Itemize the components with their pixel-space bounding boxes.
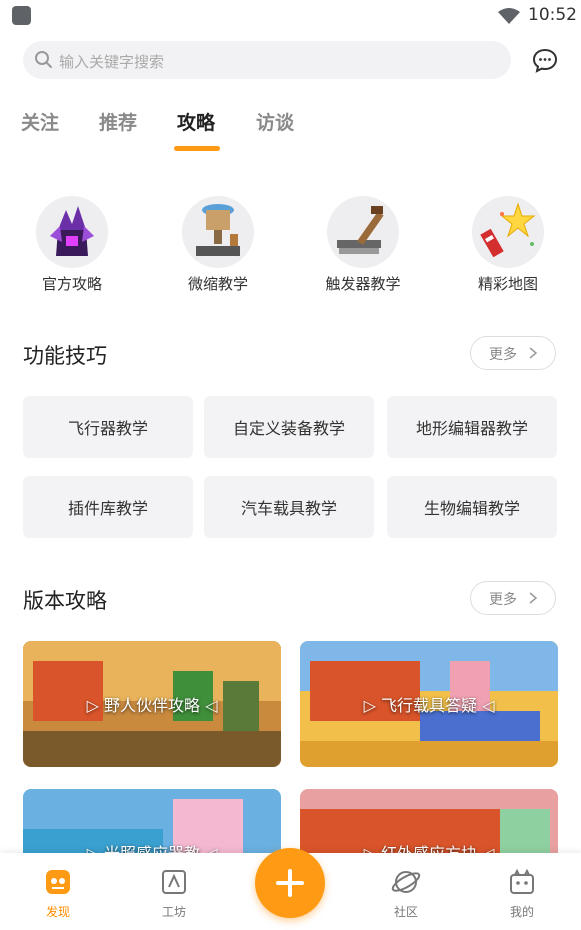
- skills-more-button[interactable]: 更多: [470, 336, 556, 370]
- skill-label: 生物编辑教学: [423, 499, 520, 518]
- category-featured-maps[interactable]: 精彩地图: [458, 196, 558, 296]
- status-bar: 10:52: [0, 0, 581, 32]
- nav-community[interactable]: 社区: [371, 853, 441, 930]
- guide-card-title: ▷ 飞行载具答疑 ◁: [363, 696, 495, 715]
- tab-indicator: [174, 146, 220, 151]
- microscope-icon: [196, 204, 240, 256]
- firework-star-icon: [480, 202, 536, 258]
- category-official-guides[interactable]: 官方攻略: [22, 196, 122, 296]
- category-label: 微缩教学: [187, 275, 248, 293]
- more-label: 更多: [489, 592, 517, 608]
- search-input[interactable]: 输入关键字搜索: [23, 41, 511, 79]
- discover-icon: [46, 870, 70, 894]
- category-label: 官方攻略: [41, 275, 102, 293]
- chevron-right-icon: [529, 347, 537, 359]
- profile-icon: [510, 868, 534, 894]
- nav-workshop[interactable]: 工坊: [139, 853, 209, 930]
- skill-creature-editor-tutorial[interactable]: 生物编辑教学: [387, 476, 557, 538]
- top-tabs: 关注 推荐 攻略 访谈: [0, 108, 581, 158]
- section-title-version-guides: 版本攻略: [23, 589, 107, 613]
- app-notification-icon: [12, 6, 31, 25]
- more-label: 更多: [489, 347, 517, 363]
- guides-more-button[interactable]: 更多: [470, 581, 556, 615]
- skill-custom-equipment-tutorial[interactable]: 自定义装备教学: [204, 396, 374, 458]
- skill-label: 地形编辑器教学: [415, 419, 528, 438]
- status-time: 10:52: [528, 5, 577, 25]
- category-label: 精彩地图: [477, 275, 538, 293]
- skill-label: 自定义装备教学: [232, 419, 345, 438]
- skill-label: 插件库教学: [67, 499, 148, 518]
- message-icon[interactable]: [531, 47, 559, 75]
- lever-icon: [337, 206, 384, 254]
- nav-label: 工坊: [161, 905, 186, 919]
- section-title-skills: 功能技巧: [23, 344, 107, 368]
- nav-label: 我的: [509, 905, 534, 919]
- plus-icon: [276, 869, 304, 897]
- nav-profile[interactable]: 我的: [487, 853, 557, 930]
- guide-card[interactable]: ▷ 野人伙伴攻略 ◁: [23, 641, 281, 767]
- dragon-icon: [50, 206, 94, 256]
- guide-card-title: ▷ 野人伙伴攻略 ◁: [86, 696, 218, 715]
- skill-terrain-editor-tutorial[interactable]: 地形编辑器教学: [387, 396, 557, 458]
- nav-label: 发现: [45, 905, 70, 919]
- tab-guides[interactable]: 攻略: [177, 108, 215, 135]
- skill-plugin-library-tutorial[interactable]: 插件库教学: [23, 476, 193, 538]
- create-button[interactable]: [255, 848, 325, 918]
- chevron-right-icon: [529, 592, 537, 604]
- workshop-icon: [162, 870, 186, 894]
- wifi-icon: [498, 8, 520, 24]
- tab-follow[interactable]: 关注: [21, 108, 59, 135]
- search-placeholder: 输入关键字搜索: [59, 53, 165, 71]
- guide-card[interactable]: ▷ 飞行载具答疑 ◁: [300, 641, 558, 767]
- planet-icon: [391, 871, 421, 893]
- category-micro-tutorial[interactable]: 微缩教学: [168, 196, 268, 296]
- search-icon: [35, 51, 52, 68]
- skill-aircraft-tutorial[interactable]: 飞行器教学: [23, 396, 193, 458]
- skill-label: 汽车载具教学: [240, 499, 337, 518]
- category-trigger-tutorial[interactable]: 触发器教学: [313, 196, 413, 296]
- nav-label: 社区: [393, 905, 418, 919]
- tab-interviews[interactable]: 访谈: [256, 108, 294, 135]
- skill-label: 飞行器教学: [67, 419, 148, 438]
- category-label: 触发器教学: [325, 275, 401, 293]
- tab-recommend[interactable]: 推荐: [99, 108, 137, 135]
- skill-vehicle-tutorial[interactable]: 汽车载具教学: [204, 476, 374, 538]
- nav-discover[interactable]: 发现: [23, 853, 93, 930]
